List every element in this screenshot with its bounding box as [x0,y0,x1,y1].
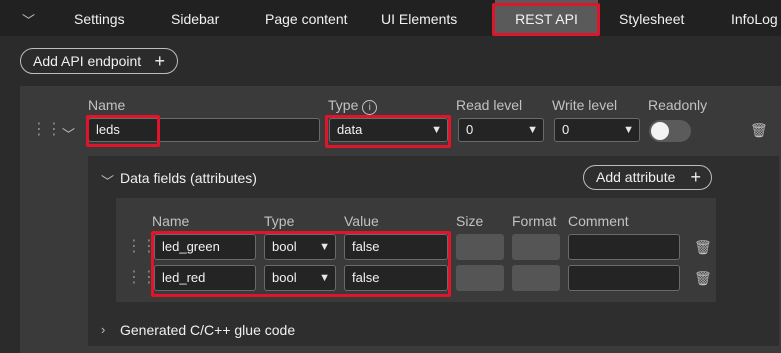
chevron-down-icon: ▼ [319,241,330,253]
read-level-select[interactable]: 0 ▼ [458,118,544,142]
data-fields-title: Data fields (attributes) [120,170,257,186]
attr-name-input[interactable]: led_red [154,265,256,291]
read-level-value: 0 [466,122,474,137]
attr-value-header: Value [344,213,379,229]
chevron-down-icon: ▼ [623,124,634,136]
endpoint-type-value: data [337,122,363,137]
toggle-knob [651,122,669,140]
tab-settings[interactable]: Settings [74,0,125,36]
type-header: Type i [328,97,378,115]
glue-code-title[interactable]: Generated C/C++ glue code [120,322,295,338]
attr-type-header: Type [264,213,295,229]
tab-ui-elements[interactable]: UI Elements [381,0,457,36]
attr-name-input[interactable]: led_green [154,234,256,260]
attr-format-header: Format [512,213,557,229]
attr-type-value: bool [272,239,297,254]
attr-format-input[interactable] [512,265,560,291]
write-level-value: 0 [562,122,570,137]
chevron-down-icon: ▼ [431,124,442,136]
readonly-toggle[interactable] [649,120,691,142]
tab-rest-api[interactable]: REST API [495,0,598,36]
add-api-endpoint-button[interactable]: Add API endpoint + [20,48,178,74]
endpoint-name-input[interactable]: leds [88,118,320,142]
tab-sidebar[interactable]: Sidebar [171,0,219,36]
tab-stylesheet[interactable]: Stylesheet [619,0,684,36]
add-api-endpoint-label: Add API endpoint [33,53,142,69]
info-icon[interactable]: i [362,100,378,115]
chevron-down-icon: ▼ [527,124,538,136]
delete-attribute-trash-icon[interactable]: 🗑 [694,239,712,256]
attr-name-header: Name [152,213,190,229]
chevron-down-icon: ▼ [319,272,330,284]
attr-size-header: Size [456,213,484,229]
chevron-down-icon[interactable]: ﹀ [62,124,75,143]
attr-type-value: bool [272,270,297,285]
drag-handle-icon[interactable]: ⋮⋮ [126,239,157,255]
chevron-right-icon[interactable]: › [101,322,105,337]
attr-comment-input[interactable] [568,265,680,291]
name-header: Name [88,97,126,113]
plus-icon: + [690,167,701,187]
type-header-text: Type [328,97,359,113]
add-attribute-label: Add attribute [596,169,676,185]
tab-infolog[interactable]: InfoLog [731,0,778,36]
attr-type-select[interactable]: bool ▼ [264,265,336,291]
chevron-down-icon[interactable]: ﹀ [22,10,35,29]
endpoint-type-select[interactable]: data ▼ [329,118,448,142]
tab-page-content[interactable]: Page content [265,0,348,36]
add-attribute-button[interactable]: Add attribute + [583,165,712,190]
read-level-header: Read level [456,97,523,113]
write-level-select[interactable]: 0 ▼ [554,118,640,142]
tab-bar: ﹀ Settings Sidebar Page content UI Eleme… [0,0,781,36]
write-level-header: Write level [552,97,618,113]
plus-icon: + [154,51,165,71]
attr-value-input[interactable]: false [344,234,448,260]
delete-endpoint-trash-icon[interactable]: 🗑 [750,122,768,139]
attr-size-input[interactable] [456,265,504,291]
drag-handle-icon[interactable]: ⋮⋮ [31,122,62,138]
drag-handle-icon[interactable]: ⋮⋮ [126,270,157,286]
readonly-header: Readonly [648,97,708,113]
chevron-down-icon[interactable]: ﹀ [101,171,114,190]
attr-format-input[interactable] [512,234,560,260]
attr-value-input[interactable]: false [344,265,448,291]
attr-comment-header: Comment [568,213,629,229]
attr-type-select[interactable]: bool ▼ [264,234,336,260]
attr-comment-input[interactable] [568,234,680,260]
delete-attribute-trash-icon[interactable]: 🗑 [694,270,712,287]
attr-size-input[interactable] [456,234,504,260]
